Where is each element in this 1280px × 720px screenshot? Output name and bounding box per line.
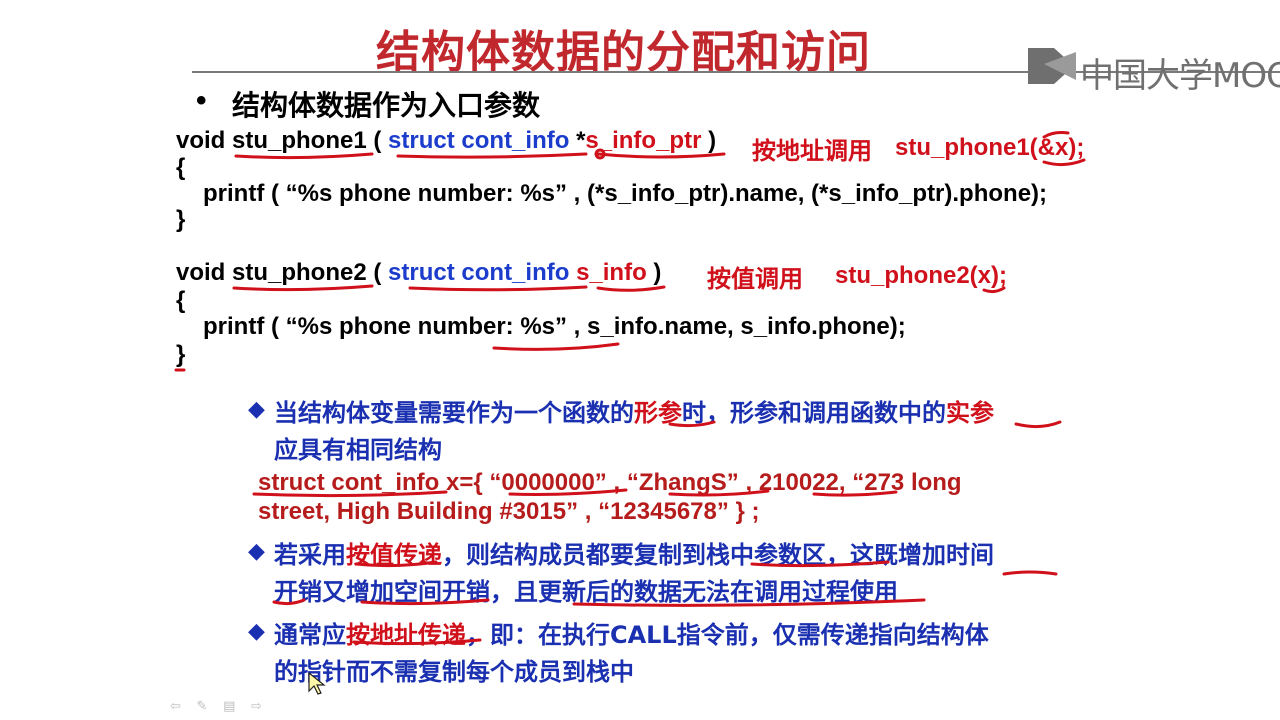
- slides-icon[interactable]: ▤: [223, 698, 235, 713]
- slide-nav: ⇦ ✎ ▤ ⇨: [170, 698, 274, 714]
- func1-param: s_info_ptr: [585, 127, 702, 154]
- forward-arrow-icon[interactable]: ⇨: [251, 698, 262, 713]
- section-bullet: 结构体数据作为入口参数: [232, 89, 541, 122]
- struct-type: struct cont_info: [388, 127, 570, 154]
- struct-type: struct cont_info: [388, 259, 570, 286]
- ptr-star: *: [576, 127, 586, 154]
- diamond-bullet-icon: ◆: [248, 396, 265, 421]
- diamond-bullet-icon: ◆: [248, 618, 265, 643]
- mooc-logo-icon: [1028, 48, 1076, 84]
- ink-annotations: [174, 131, 1086, 646]
- brace-close: }: [176, 206, 186, 233]
- func2-name: stu_phone2: [232, 259, 367, 286]
- brace-open: {: [176, 154, 186, 181]
- func1-body: printf ( “%s phone number: %s” , (*s_inf…: [203, 180, 1048, 207]
- note2-line1: 若采用按值传递，则结构成员都要复制到栈中参数区，这既增加时间: [274, 541, 994, 569]
- brace-close: }: [176, 341, 186, 368]
- note1-line1: 当结构体变量需要作为一个函数的形参时，形参和调用函数中的实参: [274, 399, 994, 427]
- note3-line2: 的指针而不需复制每个成员到栈中: [274, 658, 634, 686]
- keyword-void: void: [176, 127, 226, 154]
- func2-param: s_info: [576, 259, 647, 286]
- keyword-void: void: [176, 259, 226, 286]
- pen-icon[interactable]: ✎: [197, 698, 208, 713]
- call-by-value-example: stu_phone2(x);: [835, 262, 1008, 289]
- func2-signature: void stu_phone2 ( struct cont_info s_inf…: [176, 259, 661, 287]
- func1-name: stu_phone1: [232, 127, 367, 154]
- call-by-value-label: 按值调用: [707, 265, 803, 293]
- logo-text: 中国大学MOOC: [1080, 56, 1280, 96]
- paren: (: [373, 259, 382, 286]
- mouse-cursor-icon: [308, 671, 326, 701]
- struct-init-line2: street, High Building #3015” , “12345678…: [258, 498, 760, 525]
- note1-line2: 应具有相同结构: [274, 436, 442, 464]
- call-by-address-example: stu_phone1(&x);: [895, 134, 1085, 161]
- func2-body: printf ( “%s phone number: %s” , s_info.…: [203, 313, 906, 340]
- struct-init-line1: struct cont_info x={ “0000000” , “ZhangS…: [258, 469, 962, 496]
- note2-line2: 开销又增加空间开销，且更新后的数据无法在调用过程使用: [274, 578, 898, 606]
- note3-line1: 通常应按地址传递，即：在执行CALL指令前，仅需传递指向结构体: [274, 621, 989, 649]
- bullet-dot: •: [196, 84, 207, 117]
- brace-open: {: [176, 287, 186, 314]
- paren: (: [373, 127, 382, 154]
- paren: ): [653, 259, 662, 286]
- diamond-bullet-icon: ◆: [248, 538, 265, 563]
- paren: ): [708, 127, 717, 154]
- back-arrow-icon[interactable]: ⇦: [170, 698, 181, 713]
- call-by-address-label: 按地址调用: [752, 137, 872, 165]
- func1-signature: void stu_phone1 ( struct cont_info *s_in…: [176, 127, 716, 155]
